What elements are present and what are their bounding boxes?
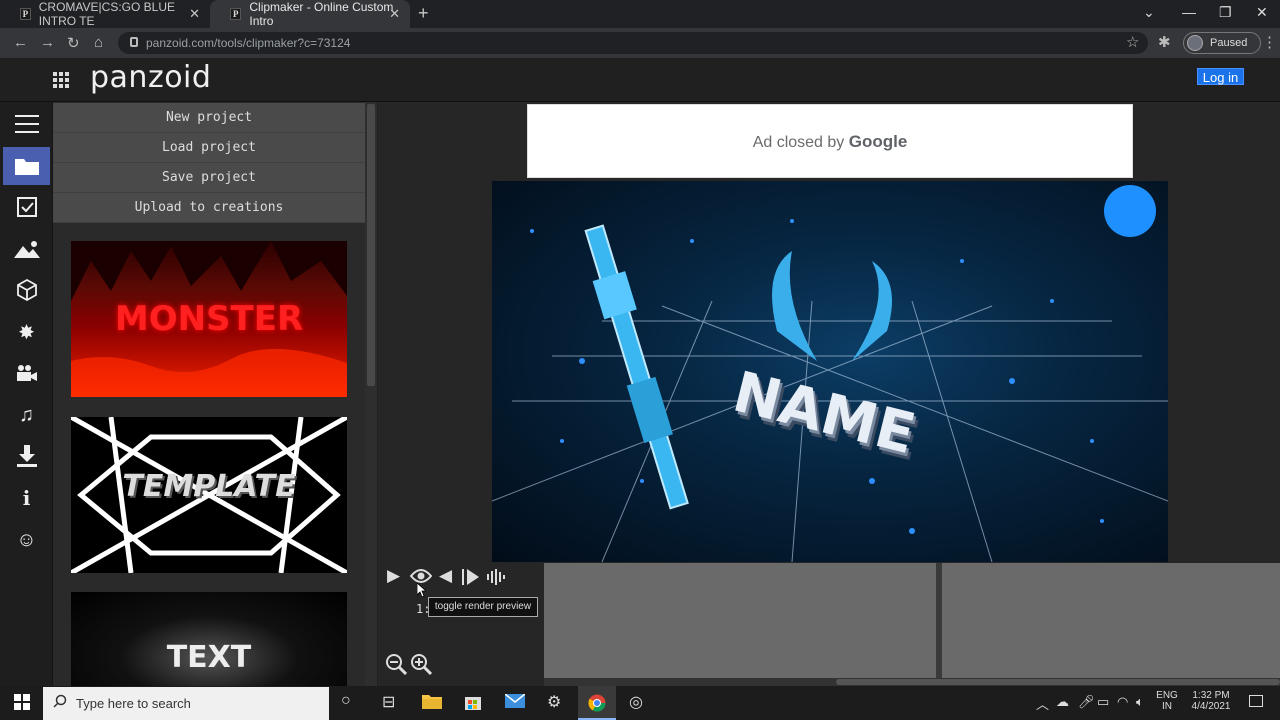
avatar	[1187, 35, 1203, 51]
tooltip: toggle render preview	[428, 597, 538, 617]
cortana-circle-icon[interactable]: ○	[341, 692, 351, 710]
template-title: TEXT	[166, 640, 252, 675]
maximize-icon[interactable]: ❐	[1219, 4, 1232, 21]
new-tab-plus-icon[interactable]: +	[418, 3, 429, 24]
cube-3d-icon[interactable]	[3, 271, 50, 309]
tab-title: Clipmaker - Online Custom Intro	[249, 0, 394, 28]
home-icon[interactable]: ⌂	[94, 34, 103, 51]
language-indicator[interactable]: ENG IN	[1155, 690, 1179, 712]
template-title: TEMPLATE	[122, 469, 296, 504]
settings-gear-icon[interactable]: ⚙	[547, 692, 561, 712]
load-project-button[interactable]: Load project	[53, 133, 365, 163]
panzoid-favicon-icon: P	[20, 8, 31, 20]
mail-icon[interactable]	[504, 693, 526, 713]
obs-icon[interactable]: ◎	[629, 692, 643, 712]
download-icon[interactable]	[3, 437, 50, 475]
microsoft-store-icon[interactable]	[464, 693, 482, 716]
timeline-track-area[interactable]	[544, 563, 936, 678]
template-thumbnail-template[interactable]: TEMPLATE	[71, 417, 347, 573]
audio-waveform-icon[interactable]	[486, 569, 508, 590]
notifications-icon[interactable]	[1249, 695, 1263, 707]
file-explorer-icon[interactable]	[422, 693, 442, 714]
video-camera-icon[interactable]	[3, 354, 50, 392]
clock-time: 1:32 PM	[1192, 690, 1230, 701]
upload-to-creations-button[interactable]: Upload to creations	[53, 193, 365, 223]
ad-closed-text: Ad closed by	[752, 134, 849, 151]
search-magnifier-icon	[53, 694, 67, 711]
effects-burst-icon[interactable]: ✸	[3, 313, 50, 351]
smiley-face-icon[interactable]: ☺	[3, 521, 50, 559]
clock-date: 4/4/2021	[1191, 701, 1231, 712]
speaker-icon[interactable]: 🔈︎	[1136, 694, 1144, 710]
forward-arrow-icon[interactable]: →	[40, 34, 55, 51]
battery-icon[interactable]: ▭	[1097, 694, 1109, 710]
template-title: MONSTER	[114, 299, 304, 339]
region-code: IN	[1162, 701, 1172, 712]
step-forward-icon[interactable]	[461, 568, 481, 591]
windows-start-icon[interactable]	[14, 694, 30, 710]
close-window-icon[interactable]: ✕	[1256, 4, 1268, 21]
minimize-icon[interactable]: —	[1182, 4, 1196, 20]
show-hidden-icons-chevron-icon[interactable]: ︿	[1036, 694, 1049, 713]
bookmark-star-icon[interactable]: ☆	[1126, 33, 1139, 51]
folder-icon[interactable]	[3, 147, 50, 185]
play-icon[interactable]: ▶	[387, 566, 400, 586]
browser-tab-cromave[interactable]: P CROMAVE|CS:GO BLUE INTRO TE ✕	[0, 0, 210, 28]
close-tab-icon[interactable]: ✕	[389, 6, 400, 22]
google-wordmark: Google	[848, 132, 908, 151]
menu-scrollbar-thumb[interactable]	[367, 104, 375, 386]
info-icon[interactable]: i	[3, 479, 50, 517]
browser-menu-icon[interactable]: ⋮	[1262, 33, 1277, 51]
lock-icon[interactable]	[130, 37, 138, 47]
template-thumbnail-text[interactable]: TEXT	[71, 592, 347, 686]
login-button[interactable]: Log in	[1197, 68, 1244, 85]
mouse-cursor-icon	[416, 582, 428, 598]
save-project-button[interactable]: Save project	[53, 163, 365, 193]
image-mountain-icon[interactable]	[3, 230, 50, 268]
tab-search-icon[interactable]: ⌄	[1143, 4, 1155, 21]
zoom-in-icon[interactable]	[410, 653, 433, 680]
extensions-puzzle-icon[interactable]: ✱	[1158, 33, 1171, 51]
reload-icon[interactable]: ↻	[67, 34, 80, 52]
taskbar-search-input[interactable]: Type here to search	[43, 687, 329, 720]
render-preview-canvas[interactable]: NAME	[492, 181, 1168, 562]
template-thumbnail-monster[interactable]: MONSTER	[71, 241, 347, 397]
apps-grid-icon[interactable]	[53, 72, 69, 88]
timeline-scrollbar-thumb[interactable]	[836, 679, 1280, 685]
panzoid-favicon-icon: P	[230, 8, 242, 20]
site-logo[interactable]: panzoid	[90, 60, 211, 95]
task-view-icon[interactable]: ⊟	[382, 692, 395, 712]
browser-tab-clipmaker[interactable]: P Clipmaker - Online Custom Intro ✕	[210, 0, 410, 28]
onedrive-cloud-icon[interactable]: ☁	[1056, 694, 1069, 710]
wifi-icon[interactable]: ◠	[1117, 694, 1128, 710]
language-code: ENG	[1156, 690, 1178, 701]
chrome-icon[interactable]	[588, 694, 606, 717]
back-arrow-icon[interactable]: ←	[13, 34, 28, 51]
zoom-out-icon[interactable]	[385, 653, 408, 680]
address-bar[interactable]: panzoid.com/tools/clipmaker?c=73124	[118, 32, 1148, 54]
volume-icon[interactable]: ◀	[439, 566, 452, 586]
tab-title: CROMAVE|CS:GO BLUE INTRO TE	[38, 0, 176, 28]
ad-closed-banner: Ad closed by Google	[527, 104, 1133, 178]
music-note-icon[interactable]: ♫	[3, 396, 50, 434]
new-project-button[interactable]: New project	[53, 103, 365, 133]
close-tab-icon[interactable]: ✕	[189, 6, 200, 22]
checkbox-icon[interactable]	[3, 188, 50, 226]
microphone-icon[interactable]: 🎤︎	[1078, 694, 1095, 710]
timeline-track-area[interactable]	[942, 563, 1280, 678]
menu-hamburger-icon[interactable]	[3, 105, 50, 143]
clock[interactable]: 1:32 PM 4/4/2021	[1186, 690, 1236, 712]
